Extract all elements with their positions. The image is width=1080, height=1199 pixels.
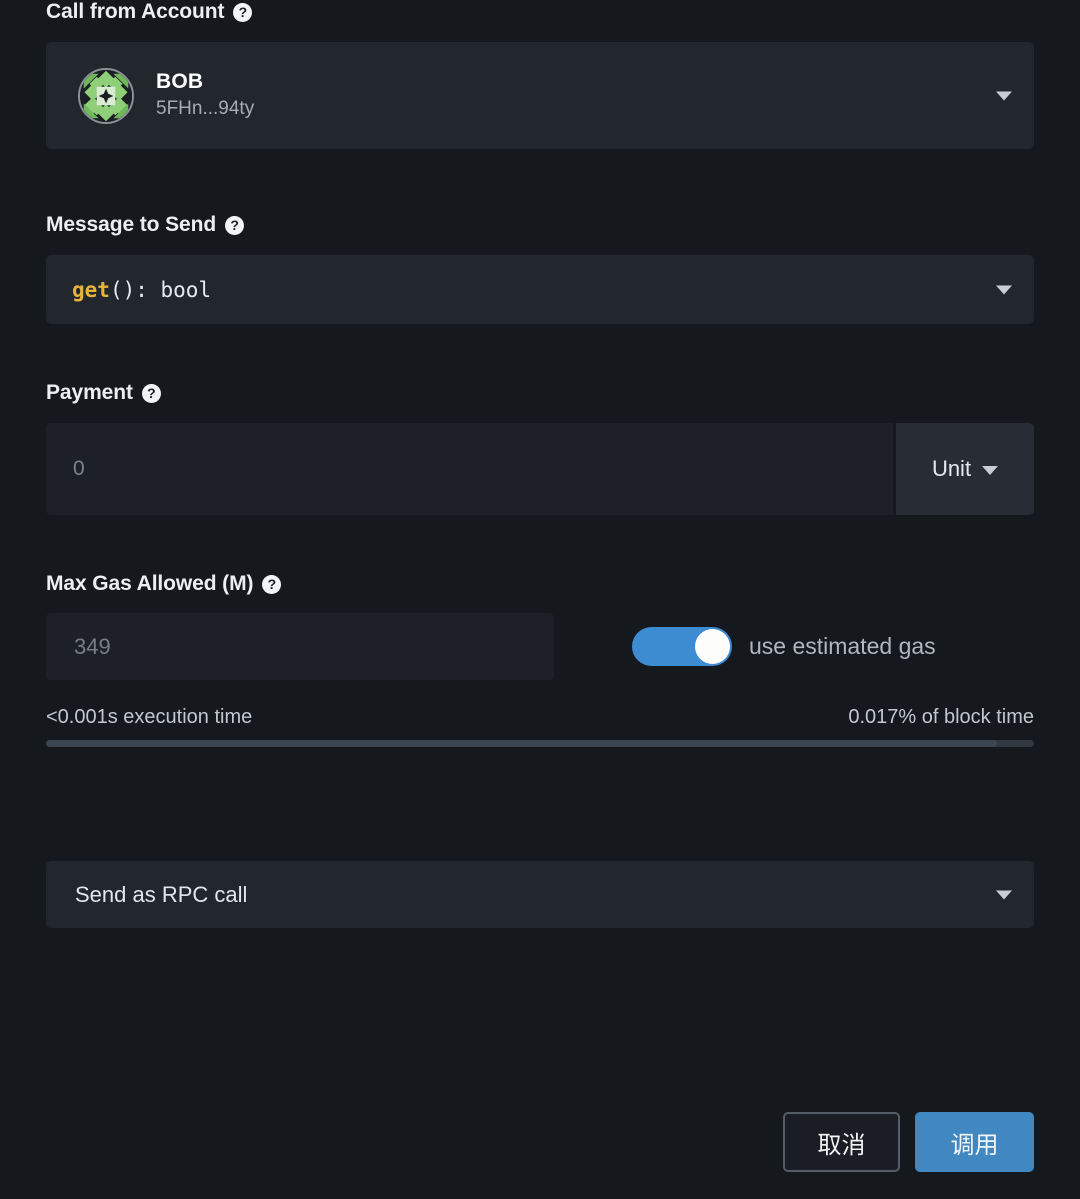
call-contract-dialog: Call from Account ? — [0, 0, 1080, 1199]
send-mode-dropdown[interactable]: Send as RPC call — [46, 861, 1034, 928]
help-circle-icon[interactable]: ? — [262, 575, 281, 594]
account-name: BOB — [156, 70, 254, 95]
help-circle-icon[interactable]: ? — [233, 3, 252, 22]
gas-row: 349 use estimated gas — [46, 613, 1034, 680]
chevron-down-icon[interactable] — [982, 466, 998, 475]
gas-label: Max Gas Allowed (M) — [46, 572, 253, 596]
payment-unit-label: Unit — [932, 456, 971, 482]
cancel-button[interactable]: 取消 — [783, 1112, 900, 1172]
message-selector[interactable]: get(): bool — [46, 255, 1034, 324]
account-label-row: Call from Account ? — [46, 0, 1034, 24]
message-label-row: Message to Send ? — [46, 213, 1034, 237]
execution-stats-row: <0.001s execution time 0.017% of block t… — [46, 706, 1034, 729]
payment-input[interactable]: 0 — [46, 423, 893, 515]
payment-label-row: Payment ? — [46, 381, 1034, 405]
gas-progress-bar — [46, 740, 1034, 747]
payment-label: Payment — [46, 381, 133, 405]
message-signature: get(): bool — [72, 278, 211, 302]
account-text-block: BOB 5FHn...94ty — [156, 70, 254, 120]
execution-time-text: <0.001s execution time — [46, 706, 252, 729]
estimated-gas-toggle[interactable] — [632, 627, 732, 666]
account-selector[interactable]: BOB 5FHn...94ty — [46, 42, 1034, 149]
send-mode-label: Send as RPC call — [75, 882, 247, 908]
submit-call-button[interactable]: 调用 — [915, 1112, 1034, 1172]
toggle-knob — [695, 629, 730, 664]
dialog-footer: 取消 调用 — [783, 1112, 1034, 1172]
account-identicon-avatar — [78, 68, 134, 124]
gas-input[interactable]: 349 — [46, 613, 554, 680]
estimated-gas-toggle-wrap: use estimated gas — [632, 627, 936, 666]
payment-row: 0 Unit — [46, 423, 1034, 515]
gas-placeholder: 349 — [74, 634, 111, 660]
help-circle-icon[interactable]: ? — [225, 216, 244, 235]
gas-label-row: Max Gas Allowed (M) ? — [46, 572, 1034, 596]
payment-unit-dropdown[interactable]: Unit — [896, 423, 1034, 515]
message-function-name: get — [72, 278, 110, 302]
message-signature-rest: (): bool — [110, 278, 211, 302]
help-circle-icon[interactable]: ? — [142, 384, 161, 403]
chevron-down-icon[interactable] — [996, 890, 1012, 899]
chevron-down-icon[interactable] — [996, 285, 1012, 294]
message-label: Message to Send — [46, 213, 216, 237]
block-time-text: 0.017% of block time — [848, 706, 1034, 729]
chevron-down-icon[interactable] — [996, 91, 1012, 100]
account-label: Call from Account — [46, 0, 224, 24]
account-address: 5FHn...94ty — [156, 98, 254, 120]
payment-placeholder: 0 — [73, 457, 85, 481]
estimated-gas-toggle-label: use estimated gas — [749, 633, 936, 660]
gas-progress-fill — [46, 740, 997, 747]
